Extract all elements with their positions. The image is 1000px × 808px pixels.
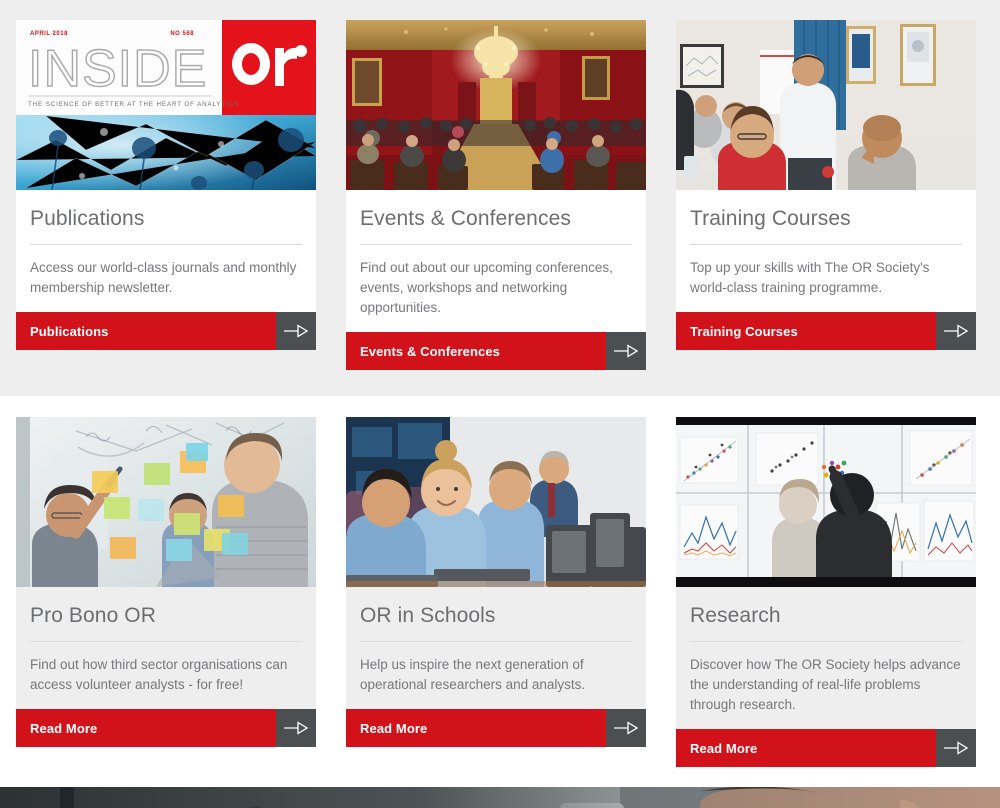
card-image-training-courses bbox=[676, 20, 976, 190]
arrow-right-icon[interactable] bbox=[276, 709, 316, 748]
card-image-or-in-schools bbox=[346, 417, 646, 588]
card-cta-label: Training Courses bbox=[690, 323, 798, 339]
card-divider bbox=[30, 244, 302, 246]
card-cta-label: Read More bbox=[30, 720, 98, 736]
arrow-right-icon[interactable] bbox=[606, 332, 646, 371]
card-body-research: Research Discover how The OR Society hel… bbox=[676, 587, 976, 729]
card-events-conferences[interactable]: Events & Conferences Find out about our … bbox=[346, 20, 646, 371]
card-title: Training Courses bbox=[690, 207, 851, 230]
arrow-right-icon[interactable] bbox=[936, 312, 976, 351]
card-description: Find out how third sector organisations … bbox=[30, 657, 288, 693]
card-description: Find out about our upcoming conferences,… bbox=[360, 260, 613, 316]
card-cta-events-conferences[interactable]: Events & Conferences bbox=[346, 332, 646, 371]
card-title: Pro Bono OR bbox=[30, 604, 156, 628]
card-cta-or-in-schools[interactable]: Read More bbox=[346, 709, 646, 748]
card-divider bbox=[360, 244, 632, 246]
card-body-pro-bono-or: Pro Bono OR Find out how third sector or… bbox=[16, 587, 316, 709]
card-description: Access our world-class journals and mont… bbox=[30, 260, 297, 296]
card-body-or-in-schools: OR in Schools Help us inspire the next g… bbox=[346, 587, 646, 709]
card-cta-label: Read More bbox=[690, 740, 758, 756]
card-body-publications: Publications Access our world-class jour… bbox=[16, 190, 316, 312]
arrow-right-icon[interactable] bbox=[606, 709, 646, 748]
secondary-cards-section: Pro Bono OR Find out how third sector or… bbox=[0, 396, 1000, 788]
primary-cards-section: APRIL 2018 NO 568 INSIDE THE SCIENCE OF … bbox=[0, 0, 1000, 397]
card-image-events-conferences bbox=[346, 20, 646, 190]
card-row-secondary: Pro Bono OR Find out how third sector or… bbox=[16, 417, 984, 768]
card-divider bbox=[690, 641, 962, 643]
card-divider bbox=[360, 641, 632, 643]
card-description: Top up your skills with The OR Society's… bbox=[690, 260, 930, 296]
card-image-pro-bono-or bbox=[16, 417, 316, 588]
svg-text:INSIDE: INSIDE bbox=[28, 40, 207, 98]
svg-text:THE SCIENCE OF BETTER AT THE H: THE SCIENCE OF BETTER AT THE HEART OF AN… bbox=[28, 101, 239, 108]
card-row-primary: APRIL 2018 NO 568 INSIDE THE SCIENCE OF … bbox=[16, 20, 984, 371]
card-pro-bono-or[interactable]: Pro Bono OR Find out how third sector or… bbox=[16, 417, 316, 748]
card-cta-research[interactable]: Read More bbox=[676, 729, 976, 768]
arrow-right-icon[interactable] bbox=[276, 312, 316, 351]
card-cta-training-courses[interactable]: Training Courses bbox=[676, 312, 976, 351]
card-training-courses[interactable]: Training Courses Top up your skills with… bbox=[676, 20, 976, 351]
card-image-research bbox=[676, 417, 976, 588]
card-description: Help us inspire the next generation of o… bbox=[360, 657, 586, 693]
svg-text:APRIL 2018: APRIL 2018 bbox=[30, 31, 68, 37]
card-research[interactable]: Research Discover how The OR Society hel… bbox=[676, 417, 976, 768]
arrow-right-icon[interactable] bbox=[936, 729, 976, 768]
card-cta-pro-bono-or[interactable]: Read More bbox=[16, 709, 316, 748]
card-cta-label: Events & Conferences bbox=[360, 343, 500, 359]
card-divider bbox=[690, 244, 962, 246]
card-cta-publications[interactable]: Publications bbox=[16, 312, 316, 351]
card-image-publications: APRIL 2018 NO 568 INSIDE THE SCIENCE OF … bbox=[16, 20, 316, 190]
card-title: Research bbox=[690, 604, 781, 628]
card-divider bbox=[30, 641, 302, 643]
card-body-events-conferences: Events & Conferences Find out about our … bbox=[346, 190, 646, 332]
card-or-in-schools[interactable]: OR in Schools Help us inspire the next g… bbox=[346, 417, 646, 748]
testimonial-banner: "Our network sales organisation has seen… bbox=[0, 787, 1000, 808]
card-description: Discover how The OR Society helps advanc… bbox=[690, 657, 961, 713]
card-cta-label: Publications bbox=[30, 323, 109, 339]
card-title: Publications bbox=[30, 207, 145, 230]
card-title: OR in Schools bbox=[360, 604, 496, 628]
card-cta-label: Read More bbox=[360, 720, 428, 736]
testimonial-overlay bbox=[0, 787, 1000, 808]
card-title: Events & Conferences bbox=[360, 207, 571, 230]
card-body-training-courses: Training Courses Top up your skills with… bbox=[676, 190, 976, 312]
card-publications[interactable]: APRIL 2018 NO 568 INSIDE THE SCIENCE OF … bbox=[16, 20, 316, 351]
svg-text:NO 568: NO 568 bbox=[170, 31, 194, 37]
